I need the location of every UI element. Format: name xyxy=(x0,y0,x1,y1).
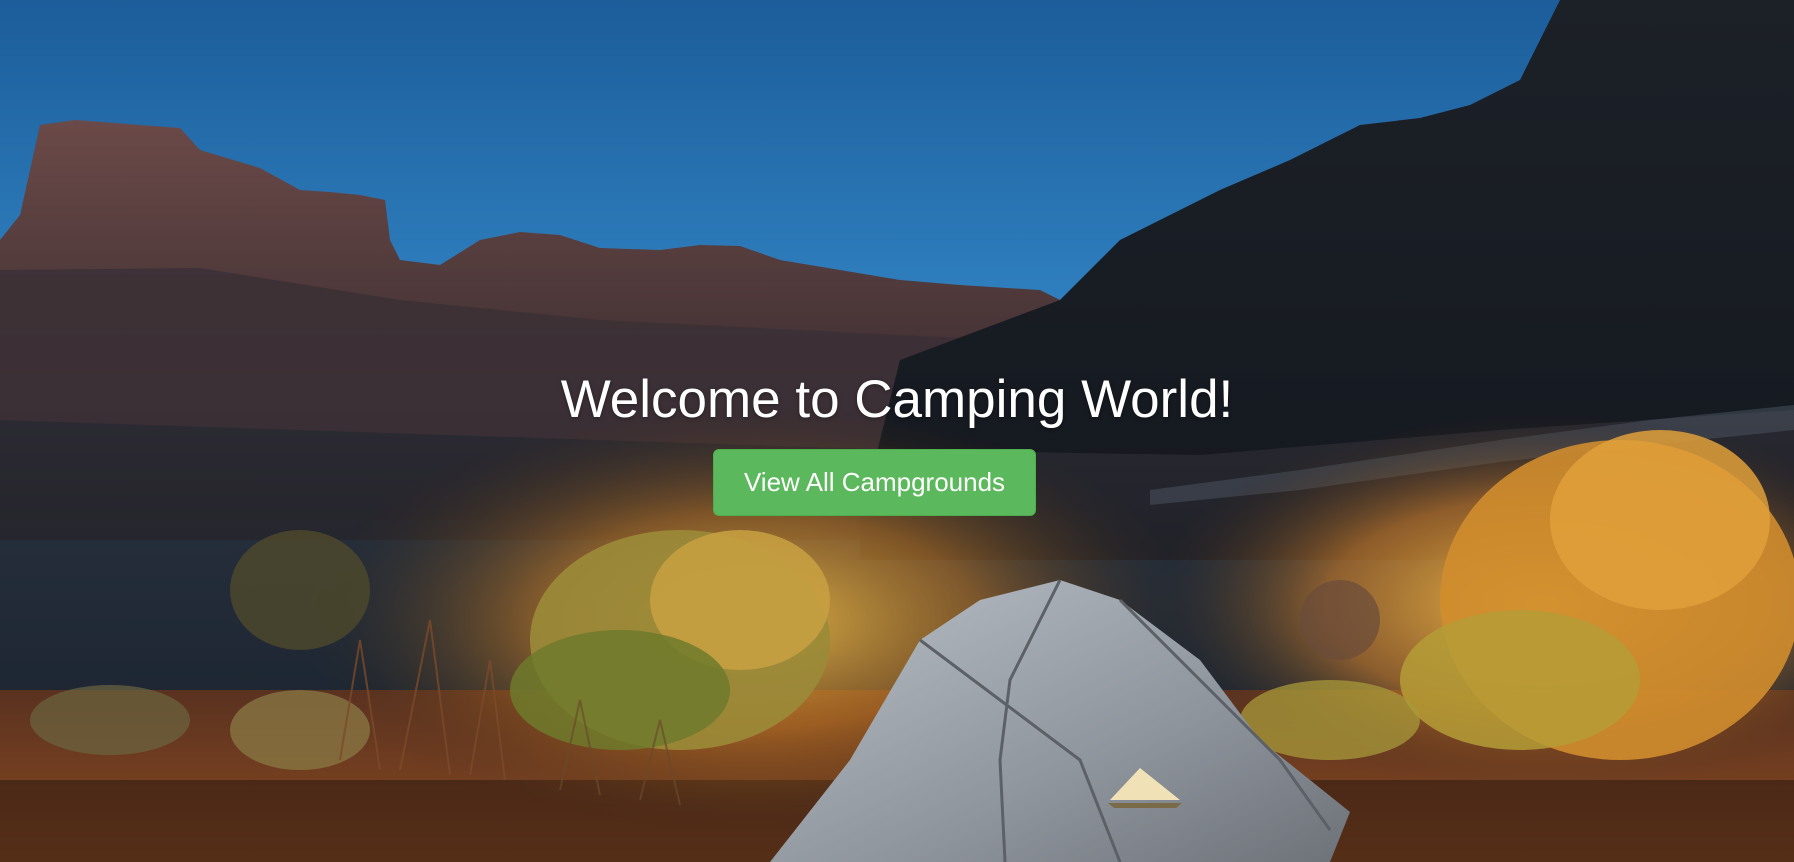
hero-content: Welcome to Camping World! View All Campg… xyxy=(0,0,1794,862)
landing-hero: Welcome to Camping World! View All Campg… xyxy=(0,0,1794,862)
page-title: Welcome to Camping World! xyxy=(560,370,1234,429)
view-all-campgrounds-button[interactable]: View All Campgrounds xyxy=(713,449,1036,516)
